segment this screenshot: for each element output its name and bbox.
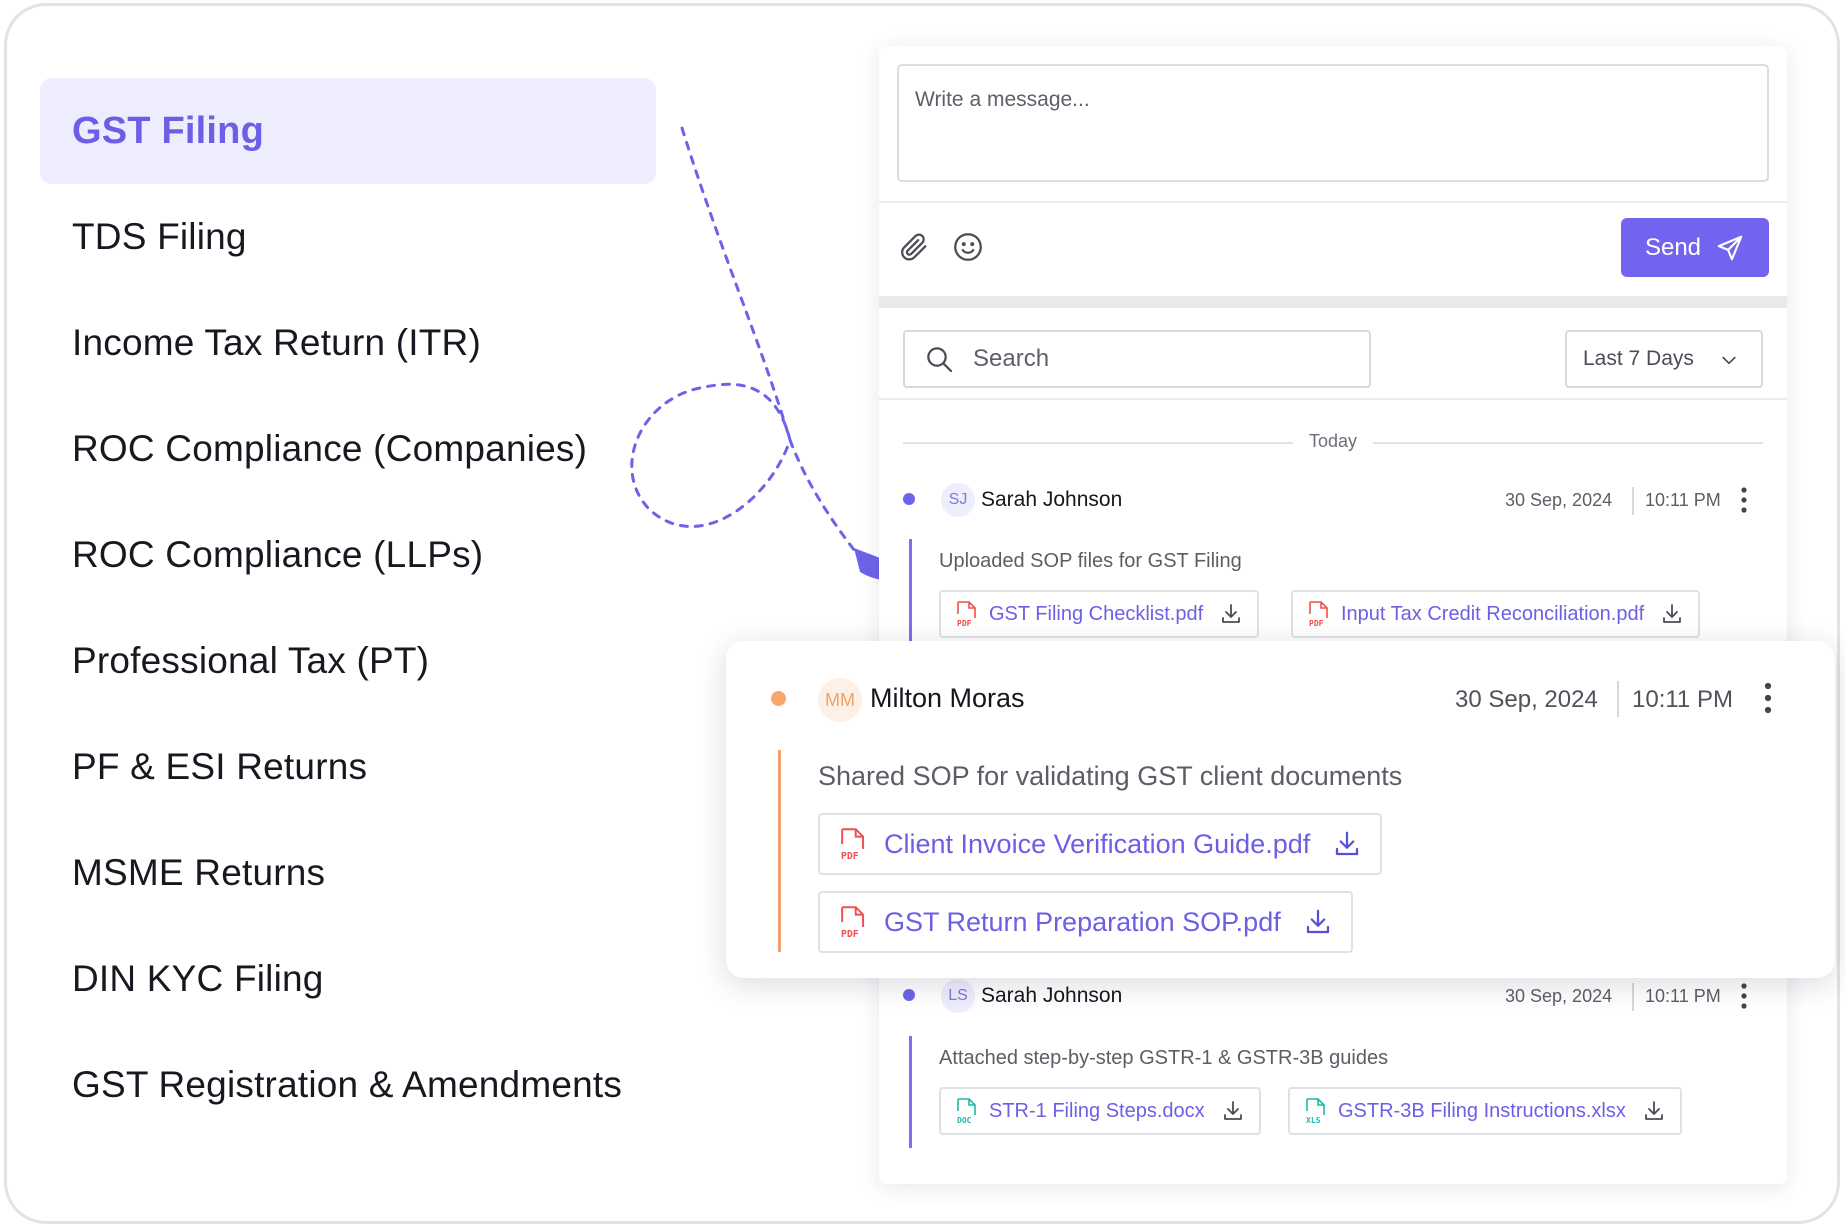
status-dot [903, 493, 915, 505]
download-icon[interactable] [1221, 1099, 1245, 1123]
nav-item-msme-returns[interactable]: MSME Returns [40, 820, 656, 926]
file-attachment[interactable]: DOC STR-1 Filing Steps.docx [939, 1087, 1261, 1135]
day-separator-label: Today [1308, 431, 1358, 451]
thread-line [778, 750, 781, 952]
file-name: GST Filing Checklist.pdf [989, 602, 1204, 625]
date-range-dropdown[interactable]: Last 7 Days [1565, 330, 1763, 388]
paperclip-icon[interactable] [897, 230, 931, 264]
svg-text:PDF: PDF [1309, 619, 1324, 627]
thread-line [909, 1036, 912, 1148]
svg-text:DOC: DOC [957, 1116, 972, 1124]
sender-name: Sarah Johnson [981, 488, 1123, 511]
message-input[interactable] [897, 64, 1769, 182]
download-icon[interactable] [1303, 907, 1333, 937]
nav-item-gst-filing[interactable]: GST Filing [40, 78, 656, 184]
nav-item-roc-companies[interactable]: ROC Compliance (Companies) [40, 396, 656, 502]
download-icon[interactable] [1219, 602, 1243, 626]
avatar: MM [818, 678, 862, 722]
file-name: GST Return Preparation SOP.pdf [884, 906, 1281, 937]
more-options-icon[interactable] [1739, 486, 1749, 514]
service-list: GST Filing TDS Filing Income Tax Return … [40, 78, 656, 1138]
composer-divider [879, 201, 1787, 203]
svg-text:PDF: PDF [841, 929, 859, 938]
download-icon[interactable] [1642, 1099, 1666, 1123]
svg-text:PDF: PDF [957, 619, 972, 627]
nav-item-pf-esi-returns[interactable]: PF & ESI Returns [40, 714, 656, 820]
file-attachment[interactable]: PDF Client Invoice Verification Guide.pd… [818, 813, 1383, 875]
date-range-value: Last 7 Days [1583, 347, 1694, 370]
section-separator [879, 296, 1787, 308]
message-date: 30 Sep, 2024 [1455, 686, 1598, 713]
avatar: LS [941, 979, 975, 1013]
search-icon [927, 347, 953, 373]
pdf-file-icon: PDF [841, 828, 865, 860]
search-input[interactable] [973, 345, 1353, 373]
message-date: 30 Sep, 2024 [1505, 986, 1613, 1006]
more-options-icon[interactable] [1762, 681, 1774, 715]
nav-item-income-tax-return[interactable]: Income Tax Return (ITR) [40, 290, 656, 396]
search-box[interactable] [903, 330, 1371, 388]
doc-file-icon: DOC [957, 1098, 976, 1124]
nav-item-roc-llps[interactable]: ROC Compliance (LLPs) [40, 502, 656, 608]
nav-item-tds-filing[interactable]: TDS Filing [40, 184, 656, 290]
download-icon[interactable] [1332, 829, 1362, 859]
file-attachment[interactable]: PDF Input Tax Credit Reconciliation.pdf [1291, 590, 1701, 638]
smiley-icon[interactable] [951, 230, 985, 264]
paper-plane-icon [1717, 235, 1743, 260]
day-separator: Today [903, 428, 1763, 458]
avatar: SJ [941, 483, 975, 517]
svg-text:PDF: PDF [841, 851, 859, 860]
download-icon[interactable] [1660, 602, 1684, 626]
highlighted-message-card: MM Milton Moras 30 Sep, 2024 10:11 PM Sh… [726, 641, 1835, 978]
sender-name: Sarah Johnson [981, 984, 1123, 1007]
nav-item-gst-registration[interactable]: GST Registration & Amendments [40, 1032, 656, 1138]
filter-bar: Last 7 Days [879, 308, 1787, 400]
message-time: 10:11 PM [1645, 490, 1721, 510]
file-name: Input Tax Credit Reconciliation.pdf [1341, 602, 1645, 625]
xls-file-icon: XLS [1306, 1098, 1325, 1124]
nav-item-professional-tax[interactable]: Professional Tax (PT) [40, 608, 656, 714]
pdf-file-icon: PDF [1309, 601, 1328, 627]
svg-text:XLS: XLS [1306, 1116, 1321, 1124]
file-name: Client Invoice Verification Guide.pdf [884, 828, 1311, 859]
message-time: 10:11 PM [1632, 686, 1733, 713]
status-dot [771, 691, 786, 706]
file-name: STR-1 Filing Steps.docx [989, 1099, 1205, 1122]
chat-panel: Send Last 7 Days Today S [879, 46, 1787, 1184]
pdf-file-icon: PDF [841, 906, 865, 938]
file-name: GSTR-3B Filing Instructions.xlsx [1338, 1099, 1626, 1122]
chevron-down-icon [1722, 356, 1736, 365]
message-time: 10:11 PM [1645, 986, 1721, 1006]
message-composer: Send [879, 46, 1787, 296]
send-button-label: Send [1644, 233, 1702, 261]
pdf-file-icon: PDF [957, 601, 976, 627]
message-caption: Shared SOP for validating GST client doc… [818, 761, 1403, 791]
message-caption: Attached step-by-step GSTR-1 & GSTR-3B g… [939, 1047, 1389, 1069]
message-caption: Uploaded SOP files for GST Filing [939, 550, 1242, 572]
file-attachment[interactable]: PDF GST Filing Checklist.pdf [939, 590, 1260, 638]
sender-name: Milton Moras [870, 683, 1025, 713]
message-date: 30 Sep, 2024 [1505, 490, 1613, 510]
more-options-icon[interactable] [1739, 982, 1749, 1010]
nav-item-din-kyc-filing[interactable]: DIN KYC Filing [40, 926, 656, 1032]
send-button[interactable]: Send [1621, 218, 1769, 277]
status-dot [903, 989, 915, 1001]
file-attachment[interactable]: XLS GSTR-3B Filing Instructions.xlsx [1288, 1087, 1682, 1135]
file-attachment[interactable]: PDF GST Return Preparation SOP.pdf [818, 891, 1353, 953]
